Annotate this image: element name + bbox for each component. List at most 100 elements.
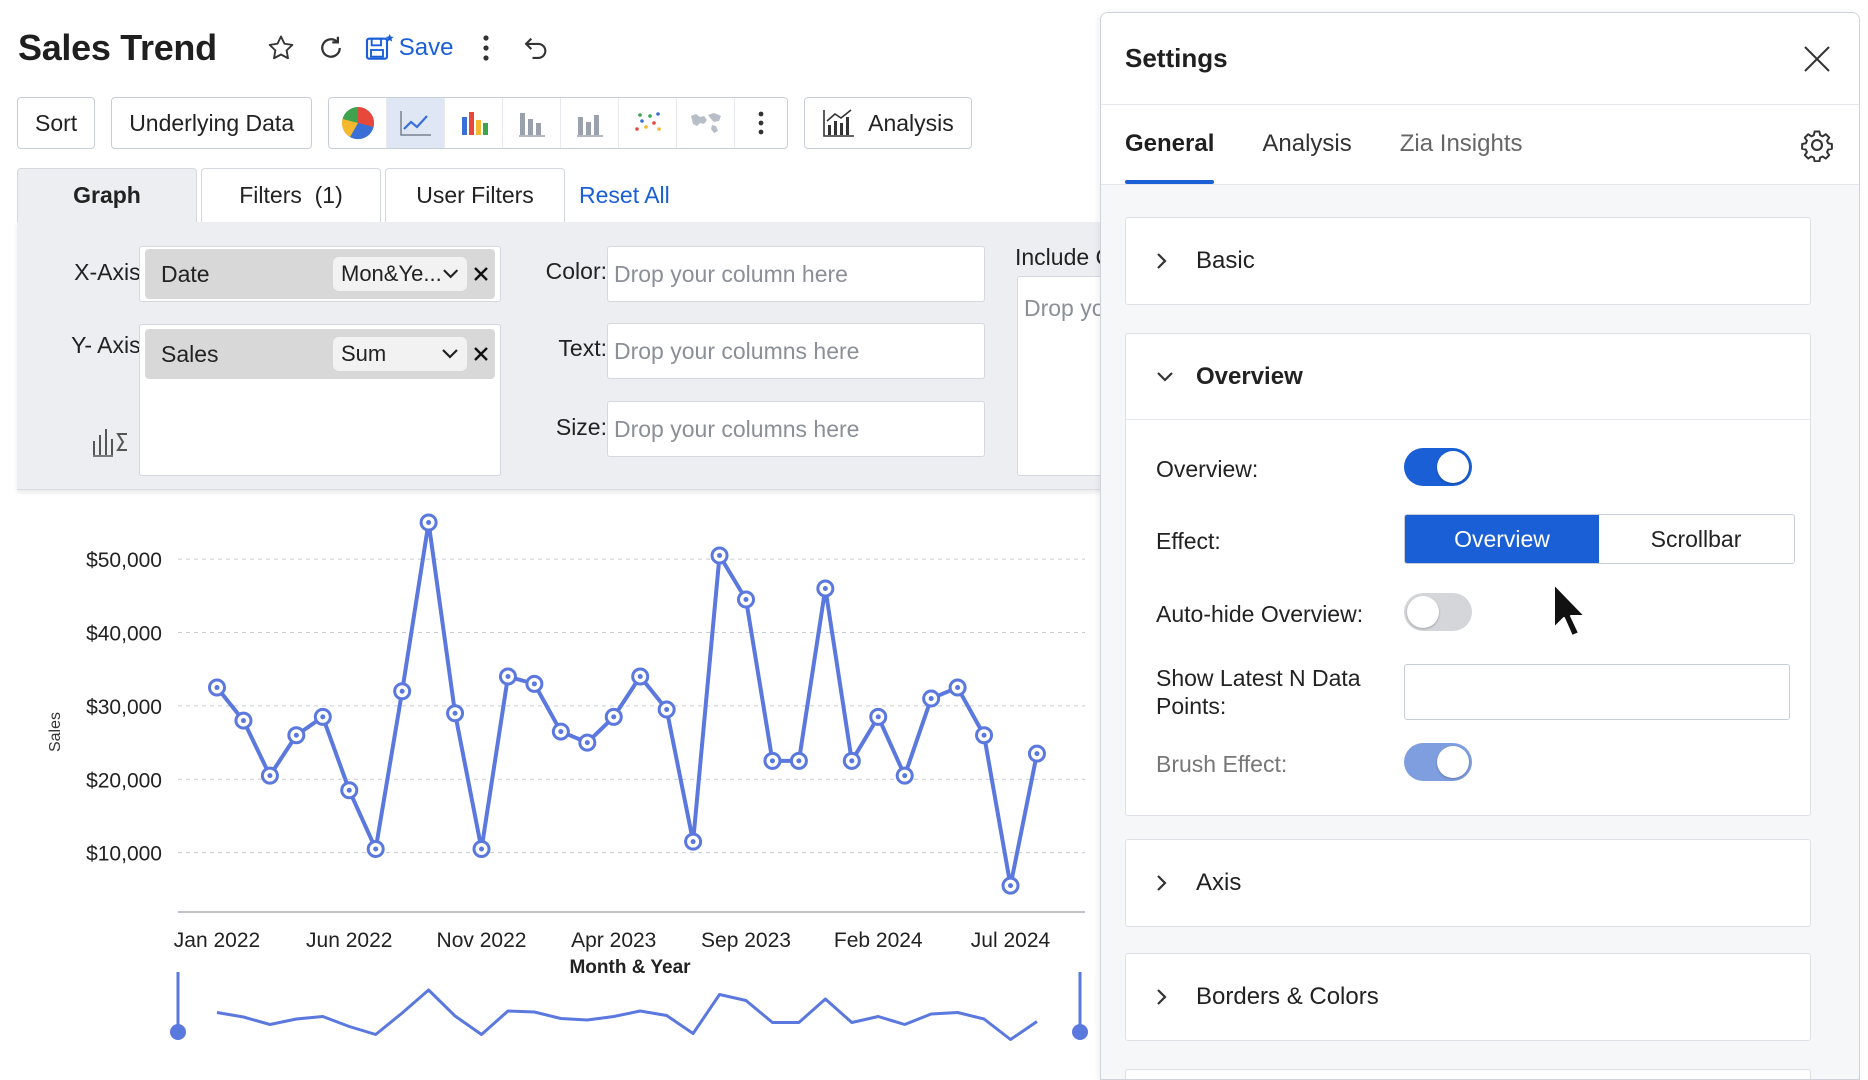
text-dropzone[interactable]: Drop your columns here <box>607 323 985 379</box>
remove-y-column-button[interactable] <box>467 346 495 362</box>
add-aggregate-icon[interactable] <box>91 427 129 462</box>
brush-effect-label: Brush Effect: <box>1156 751 1288 777</box>
close-icon <box>474 347 488 361</box>
tab-zia-insights[interactable]: Zia Insights <box>1400 104 1523 184</box>
include-label: Include C <box>1015 244 1113 270</box>
chevron-right-icon <box>1156 988 1180 1006</box>
combo-chart-icon[interactable] <box>561 98 620 148</box>
x-axis-column-pill[interactable]: Date Mon&Ye... <box>145 249 495 299</box>
overview-navigator[interactable] <box>170 972 1088 1041</box>
overview-toggle[interactable] <box>1404 448 1472 486</box>
remove-x-column-button[interactable] <box>467 266 495 282</box>
line-chart-icon[interactable] <box>387 98 446 148</box>
close-icon <box>1804 45 1830 72</box>
overview-right-handle <box>1072 1024 1088 1040</box>
map-chart-icon[interactable] <box>677 98 736 148</box>
section-next <box>1125 1069 1811 1079</box>
latest-n-label-line2: Points: <box>1156 693 1227 719</box>
section-borders-colors: Borders & Colors <box>1125 953 1811 1041</box>
y-aggregate-dropdown[interactable]: Sum <box>333 337 467 371</box>
close-icon <box>474 267 488 281</box>
x-tick-label: Apr 2023 <box>571 929 656 952</box>
gear-icon[interactable] <box>1797 125 1837 165</box>
y-tick-label: $20,000 <box>86 769 162 792</box>
section-axis-label: Axis <box>1196 869 1242 896</box>
data-point-center <box>1008 883 1013 889</box>
section-basic-header[interactable]: Basic <box>1126 218 1810 304</box>
chart-type-selector <box>328 97 789 149</box>
color-dropzone[interactable]: Drop your column here <box>607 246 985 302</box>
editor-tabs: Graph Filters (1) User Filters Reset All <box>17 168 670 222</box>
bar-chart-icon[interactable] <box>445 98 504 148</box>
data-point-center <box>399 688 405 694</box>
effect-overview-button[interactable]: Overview <box>1405 515 1599 563</box>
autohide-toggle[interactable] <box>1404 593 1472 631</box>
x-tick-label: Jul 2024 <box>971 929 1051 952</box>
data-point-center <box>849 758 855 764</box>
color-label: Color: <box>545 258 607 284</box>
section-axis: Axis <box>1125 839 1811 927</box>
star-icon[interactable] <box>263 30 299 66</box>
tab-filters[interactable]: Filters (1) <box>201 168 381 222</box>
effect-label: Effect: <box>1156 528 1221 554</box>
tab-user-filters[interactable]: User Filters <box>385 168 565 222</box>
y-tick-label: $10,000 <box>86 843 162 866</box>
settings-title: Settings <box>1125 43 1228 73</box>
data-point-center <box>611 714 617 720</box>
data-point-center <box>875 714 881 720</box>
x-tick-label: Jun 2022 <box>306 929 392 952</box>
data-point-center <box>479 846 484 852</box>
reset-all-link[interactable]: Reset All <box>575 168 670 222</box>
close-settings-button[interactable] <box>1797 39 1837 79</box>
y-axis-column-pill[interactable]: Sales Sum <box>145 329 495 379</box>
page-title: Sales Trend <box>18 27 217 68</box>
save-label: Save <box>398 34 454 61</box>
analysis-label: Analysis <box>868 109 954 136</box>
y-tick-label: $50,000 <box>86 549 162 572</box>
stacked-bar-icon[interactable] <box>503 98 562 148</box>
pie-chart-icon[interactable] <box>329 98 388 148</box>
data-point-center <box>558 729 564 735</box>
section-overview-header[interactable]: Overview <box>1126 334 1810 420</box>
section-borders-header[interactable]: Borders & Colors <box>1126 954 1810 1040</box>
data-point-center <box>769 758 775 764</box>
undo-icon[interactable] <box>518 30 554 66</box>
data-point-center <box>690 839 696 845</box>
more-charts-icon[interactable] <box>735 98 787 148</box>
data-point-center <box>717 552 723 558</box>
save-button[interactable]: Save <box>363 32 454 64</box>
size-dropzone[interactable]: Drop your columns here <box>607 401 985 457</box>
effect-scrollbar-button[interactable]: Scrollbar <box>1599 515 1793 563</box>
x-aggregate-dropdown[interactable]: Mon&Ye... <box>333 257 467 291</box>
chevron-down-icon <box>1156 371 1180 383</box>
settings-tabs: General Analysis Zia Insights <box>1101 105 1859 185</box>
more-vertical-icon[interactable] <box>468 30 504 66</box>
refresh-icon[interactable] <box>313 30 349 66</box>
data-point-center <box>531 681 537 687</box>
analysis-button[interactable]: Analysis <box>804 97 972 149</box>
data-point-center <box>796 758 802 764</box>
data-point-center <box>743 597 749 603</box>
effect-selector: Overview Scrollbar <box>1404 514 1795 564</box>
data-point-center <box>320 714 326 720</box>
axis-shelf: X-Axis: Date Mon&Ye... Y- Axis: Sales Su… <box>17 222 1117 490</box>
latest-n-input[interactable] <box>1404 664 1790 720</box>
tab-general[interactable]: General <box>1125 104 1215 184</box>
brush-effect-toggle[interactable] <box>1404 743 1472 781</box>
chevron-down-icon <box>442 269 458 279</box>
tab-analysis[interactable]: Analysis <box>1262 104 1351 184</box>
section-overview-label: Overview <box>1196 362 1303 390</box>
sort-button[interactable]: Sort <box>17 97 96 149</box>
y-axis-label: Y- Axis: <box>71 332 147 358</box>
section-basic-label: Basic <box>1196 247 1255 274</box>
data-point-center <box>981 732 987 738</box>
scatter-chart-icon[interactable] <box>619 98 678 148</box>
section-axis-header[interactable]: Axis <box>1126 840 1810 926</box>
x-column-name: Date <box>161 260 210 287</box>
tab-graph[interactable]: Graph <box>17 168 197 222</box>
data-point-center <box>346 787 352 793</box>
data-point-center <box>214 685 220 691</box>
underlying-data-button[interactable]: Underlying Data <box>111 97 313 149</box>
data-point-center <box>240 718 246 724</box>
latest-n-label: Show Latest N Data Points: <box>1156 664 1361 720</box>
